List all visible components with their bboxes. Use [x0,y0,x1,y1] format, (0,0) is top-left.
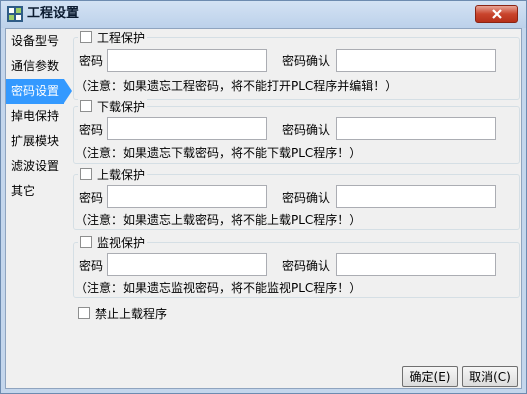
upload-protection-label: 上载保护 [97,167,146,182]
project-protection-legend[interactable]: 工程保护 [78,29,148,45]
sidebar: 设备型号 通信参数 密码设置 掉电保持 扩展模块 滤波设置 其它 [6,29,72,388]
app-icon [7,6,23,22]
download-protection-label: 下载保护 [97,99,146,114]
monitor-confirm-input[interactable] [336,253,496,276]
ok-button[interactable]: 确定(E) [402,366,458,387]
project-protection-note: （注意：如果遗忘工程密码，将不能打开PLC程序并编辑！） [75,79,398,93]
download-protection-checkbox[interactable] [80,100,92,112]
upload-confirm-label: 密码确认 [282,191,331,205]
monitor-protection-checkbox[interactable] [80,236,92,248]
close-button[interactable] [475,5,518,23]
download-confirm-label: 密码确认 [282,123,331,137]
project-confirm-input[interactable] [336,49,496,72]
project-protection-label: 工程保护 [97,30,146,45]
download-protection-group: 下载保护 密码 密码确认 （注意：如果遗忘下载密码，将不能下载PLC程序！） [73,98,520,164]
title-bar[interactable]: 工程设置 [1,1,526,28]
project-password-input[interactable] [107,49,267,72]
project-password-label: 密码 [79,54,104,68]
window-title: 工程设置 [27,6,80,21]
dialog-body: 设备型号 通信参数 密码设置 掉电保持 扩展模块 滤波设置 其它 工程保护 密码… [5,28,522,389]
sidebar-item-password[interactable]: 密码设置 [6,79,72,104]
forbid-upload-option[interactable]: 禁止上载程序 [78,305,167,321]
dialog-window: 工程设置 设备型号 通信参数 密码设置 掉电保持 扩展模块 滤波设置 其它 工程… [0,0,527,394]
sidebar-item-filter[interactable]: 滤波设置 [6,154,70,179]
forbid-upload-checkbox[interactable] [78,307,90,319]
project-protection-group: 工程保护 密码 密码确认 （注意：如果遗忘工程密码，将不能打开PLC程序并编辑！… [73,29,520,100]
monitor-confirm-label: 密码确认 [282,259,331,273]
monitor-protection-group: 监视保护 密码 密码确认 （注意：如果遗忘监视密码，将不能监视PLC程序！） [73,234,520,298]
cancel-button[interactable]: 取消(C) [462,366,518,387]
password-settings-panel: 工程保护 密码 密码确认 （注意：如果遗忘工程密码，将不能打开PLC程序并编辑！… [70,29,521,388]
close-icon [491,9,502,19]
monitor-protection-label: 监视保护 [97,235,146,250]
project-protection-checkbox[interactable] [80,31,92,43]
monitor-protection-note: （注意：如果遗忘监视密码，将不能监视PLC程序！） [75,281,362,295]
sidebar-item-power-retention[interactable]: 掉电保持 [6,104,70,129]
download-password-input[interactable] [107,117,267,140]
sidebar-item-comm-params[interactable]: 通信参数 [6,54,70,79]
sidebar-item-device-model[interactable]: 设备型号 [6,29,70,54]
sidebar-item-other[interactable]: 其它 [6,179,70,204]
project-confirm-label: 密码确认 [282,54,331,68]
download-protection-legend[interactable]: 下载保护 [78,98,148,114]
download-password-label: 密码 [79,123,104,137]
upload-password-label: 密码 [79,191,104,205]
download-protection-note: （注意：如果遗忘下载密码，将不能下载PLC程序！） [75,146,362,160]
upload-confirm-input[interactable] [336,185,496,208]
upload-protection-note: （注意：如果遗忘上载密码，将不能上载PLC程序！） [75,213,362,227]
upload-protection-legend[interactable]: 上载保护 [78,166,148,182]
monitor-protection-legend[interactable]: 监视保护 [78,234,148,250]
upload-protection-checkbox[interactable] [80,168,92,180]
upload-protection-group: 上载保护 密码 密码确认 （注意：如果遗忘上载密码，将不能上载PLC程序！） [73,166,520,230]
download-confirm-input[interactable] [336,117,496,140]
sidebar-item-expansion[interactable]: 扩展模块 [6,129,70,154]
forbid-upload-label: 禁止上载程序 [95,306,168,321]
monitor-password-input[interactable] [107,253,267,276]
monitor-password-label: 密码 [79,259,104,273]
upload-password-input[interactable] [107,185,267,208]
